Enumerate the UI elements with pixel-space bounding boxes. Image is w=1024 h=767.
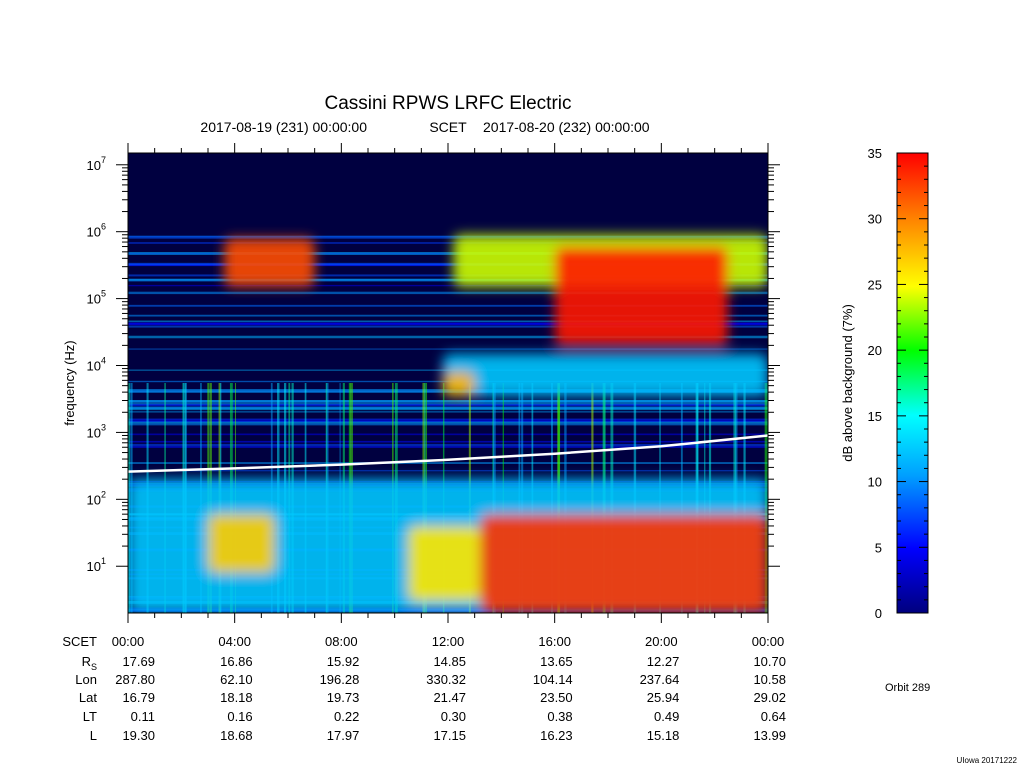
ephemeris-row-label: L <box>90 728 97 743</box>
ephemeris-value: 23.50 <box>540 690 573 705</box>
ephemeris-value: 13.65 <box>540 654 573 669</box>
emission-region <box>208 514 275 573</box>
ephemeris-value: 0.49 <box>654 709 679 724</box>
ephemeris-value: 0.11 <box>131 709 155 724</box>
y-tick-label: 107 <box>87 155 106 173</box>
colorbar-tick-label: 15 <box>868 409 882 424</box>
scet-tick-label: 16:00 <box>538 634 571 649</box>
ephemeris-value: 25.94 <box>647 690 680 705</box>
noise-streak <box>128 462 768 464</box>
emission-region <box>408 525 480 602</box>
ephemeris-value: 0.38 <box>547 709 572 724</box>
colorbar-tick-label: 25 <box>868 277 882 292</box>
y-tick-label: 106 <box>87 222 106 240</box>
ephemeris-value: 12.27 <box>647 654 680 669</box>
ephemeris-value: 18.68 <box>220 728 253 743</box>
chart-title: Cassini RPWS LRFC Electric <box>324 93 571 114</box>
scet-tick-label: 00:00 <box>112 634 145 649</box>
ephemeris-value: 0.64 <box>761 709 786 724</box>
ephemeris-value: 13.99 <box>753 728 786 743</box>
ephemeris-value: 104.14 <box>533 672 573 687</box>
ephemeris-row-label: RS <box>82 654 97 672</box>
ephemeris-value: 287.80 <box>115 672 155 687</box>
ephemeris-value: 0.16 <box>227 709 252 724</box>
ephemeris-value: 14.85 <box>433 654 466 669</box>
ephemeris-value: 21.47 <box>433 690 466 705</box>
emission-region <box>224 238 315 287</box>
noise-streak <box>128 440 768 443</box>
noise-streak <box>128 401 768 405</box>
ephemeris-value: 17.69 <box>122 654 155 669</box>
colorbar-tick-label: 0 <box>875 606 882 621</box>
scet-tick-label: 20:00 <box>645 634 678 649</box>
ephemeris-table: SCET RSLon Lat LT L 00:00 04:00 08:00 12:00 16:00… <box>62 634 786 743</box>
y-tick-label: 105 <box>87 289 106 307</box>
emission-region <box>554 246 728 346</box>
ephemeris-value: 19.73 <box>327 690 360 705</box>
spectrogram-figure: Cassini RPWS LRFC Electric 2017-08-19 (2… <box>62 93 1018 765</box>
colorbar-gradient <box>897 153 928 613</box>
noise-streak <box>128 404 768 407</box>
scet-tick-label: 00:00 <box>752 634 785 649</box>
colorbar-tick-label: 35 <box>868 146 882 161</box>
colorbar: 0 5 10 15 20 25 30 35 <box>868 146 929 621</box>
noise-streak <box>128 407 768 411</box>
ephemeris-value: 0.22 <box>334 709 359 724</box>
spectrogram-plot: 101 102 103 104 105 106 107 <box>87 143 780 623</box>
colorbar-tick-label: 20 <box>868 343 882 358</box>
y-axis-label: frequency (Hz) <box>62 340 77 425</box>
ephemeris-value: 62.10 <box>220 672 253 687</box>
orbit-label: Orbit 289 <box>885 682 930 694</box>
ephemeris-value: 15.18 <box>647 728 680 743</box>
ephemeris-value: 10.58 <box>753 672 786 687</box>
colorbar-tick-label: 30 <box>868 212 882 227</box>
ephemeris-value: 17.97 <box>327 728 360 743</box>
ephemeris-row-label: Lon <box>75 672 97 687</box>
noise-streak <box>128 422 768 426</box>
ephemeris-value: 196.28 <box>320 672 360 687</box>
end-time-label: 2017-08-20 (232) 00:00:00 <box>483 119 650 135</box>
ephemeris-value: 0.30 <box>441 709 466 724</box>
noise-streak <box>128 470 768 472</box>
colorbar-label: dB above background (7%) <box>840 304 855 462</box>
ephemeris-value: 330.32 <box>426 672 466 687</box>
noise-streak <box>128 411 768 413</box>
ephemeris-row-label: Lat <box>79 690 97 705</box>
ephemeris-value: 15.92 <box>327 654 360 669</box>
noise-streak <box>128 418 768 420</box>
noise-streak <box>128 433 768 436</box>
start-time-label: 2017-08-19 (231) 00:00:00 <box>200 119 367 135</box>
ephemeris-value: 10.70 <box>753 654 786 669</box>
ephemeris-row-label: SCET <box>62 634 97 649</box>
y-tick-label: 104 <box>87 356 106 374</box>
ephemeris-value: 237.64 <box>640 672 680 687</box>
emission-region <box>442 371 475 397</box>
scet-tick-label: 04:00 <box>218 634 251 649</box>
y-tick-label: 102 <box>87 489 106 507</box>
ephemeris-value: 19.30 <box>122 728 155 743</box>
ephemeris-value: 29.02 <box>753 690 786 705</box>
credit-label: UIowa 20171222 <box>957 756 1018 765</box>
noise-streak <box>128 400 768 402</box>
y-tick-label: 103 <box>87 422 106 440</box>
ephemeris-value: 16.86 <box>220 654 253 669</box>
scet-label: SCET <box>429 119 467 135</box>
ephemeris-value: 18.18 <box>220 690 253 705</box>
ephemeris-row-label: LT <box>83 709 97 724</box>
noise-streak <box>128 348 768 350</box>
ephemeris-value: 17.15 <box>433 728 466 743</box>
emission-region <box>442 353 768 397</box>
colorbar-tick-label: 10 <box>868 475 882 490</box>
y-tick-label: 101 <box>87 556 106 574</box>
emission-region <box>480 514 768 613</box>
ephemeris-value: 16.23 <box>540 728 573 743</box>
scet-tick-label: 08:00 <box>325 634 358 649</box>
colorbar-tick-label: 5 <box>875 540 882 555</box>
ephemeris-value: 16.79 <box>122 690 155 705</box>
scet-tick-label: 12:00 <box>432 634 465 649</box>
noise-streak <box>128 420 768 422</box>
